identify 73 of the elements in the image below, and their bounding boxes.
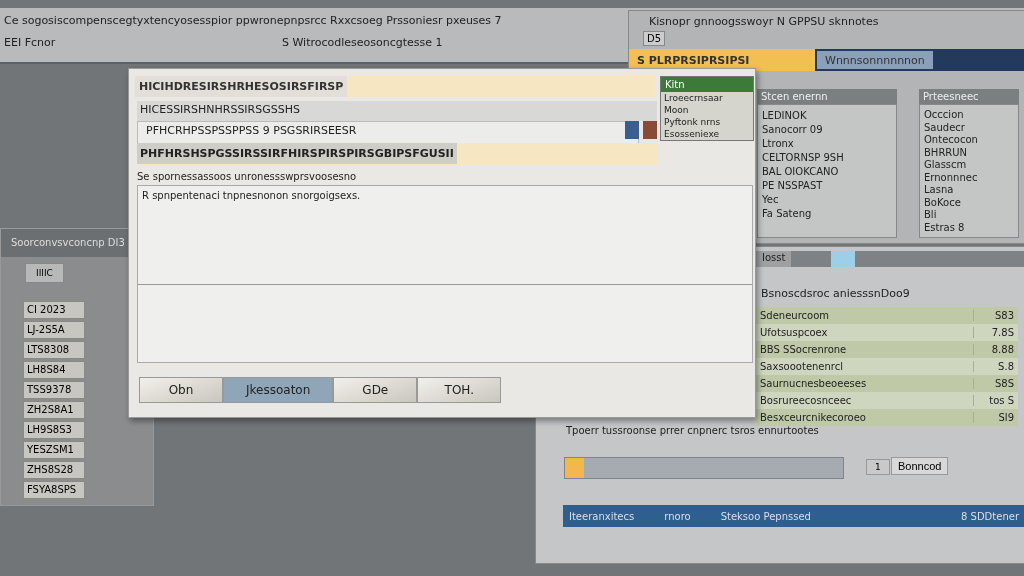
- list-header: Stcen enernn: [757, 89, 897, 104]
- list-item[interactable]: Estras 8: [924, 221, 1014, 234]
- result-row[interactable]: Bosrureecosnceec tos S: [756, 392, 1018, 409]
- list-item[interactable]: Pyftonk nrns: [661, 116, 753, 128]
- dialog-button[interactable]: GDe: [333, 377, 418, 403]
- list-item[interactable]: Yec: [762, 193, 892, 207]
- section-label: Se spornessassoos unronessswprsvoosesno: [137, 171, 357, 182]
- section-heading: Bsnoscdsroc aniesssnDoo9: [761, 287, 910, 300]
- dialog-button[interactable]: TOH.: [417, 377, 502, 403]
- list-item[interactable]: Bli: [924, 209, 1014, 222]
- list-item[interactable]: PE NSSPAST: [762, 179, 892, 193]
- list-item[interactable]: Lasna: [924, 184, 1014, 197]
- text-field[interactable]: HICESSIRSHNHRSSIRSGSSHS: [137, 101, 657, 121]
- list-item[interactable]: Fa Sateng: [762, 207, 892, 221]
- window-title: Kisnopr gnnoogsswoyr N GPPSU sknnotes: [649, 15, 879, 28]
- value-cell: LJ-2S5A: [23, 321, 85, 339]
- menu-label[interactable]: EEI Fcnor: [4, 36, 56, 49]
- list-item[interactable]: BoKoce: [924, 196, 1014, 209]
- value-cell: ZH2S8A1: [23, 401, 85, 419]
- list-item[interactable]: LEDINOK: [762, 109, 892, 123]
- panel-header: Soorconvsvconcnp DI3: [1, 229, 131, 257]
- window-subtitle: S Witrocodleseosoncgtesse 1: [282, 36, 443, 49]
- status-text: Iteeranxitecs: [569, 510, 635, 522]
- thumbnail-icon: [643, 121, 657, 139]
- list-item[interactable]: Esosseniexe: [661, 128, 753, 140]
- summary-text: Tpoerr tussroonse prrer cnpnerc tsros ennurtootes: [566, 425, 819, 436]
- list-item[interactable]: Saudecr: [924, 121, 1014, 134]
- value-cell: CI 2023: [23, 301, 85, 319]
- thumbnail-icon: [625, 121, 639, 139]
- value-cell: ZHS8S28: [23, 461, 85, 479]
- value-cell: LTS8308: [23, 341, 85, 359]
- status-text: 8 SDDtener: [961, 510, 1019, 522]
- value-cell: TSS9378: [23, 381, 85, 399]
- list-item[interactable]: Ltronx: [762, 137, 892, 151]
- list-header: Prteesneec: [919, 89, 1019, 104]
- list-item[interactable]: Moon: [661, 104, 753, 116]
- status-text: Steksoo Pepnssed: [720, 510, 811, 522]
- list-item[interactable]: Ontecocon: [924, 134, 1014, 147]
- panel-header: Kitn: [661, 77, 753, 92]
- window-title: Ce sogosiscompenscegtyxtencyosesspior ppwronepnpsrcc Rxxcsoeg Prssoniesr pxeuses 7: [4, 14, 502, 27]
- status-text: rnoro: [664, 510, 691, 522]
- result-row[interactable]: Besxceurcnikecoroeo Sl9: [756, 409, 1018, 426]
- list-item[interactable]: BHRRUN: [924, 146, 1014, 159]
- dialog-button[interactable]: Obn: [139, 377, 223, 403]
- value-cell: LH9S8S3: [23, 421, 85, 439]
- action-button[interactable]: Bonncod: [891, 457, 949, 475]
- dialog-title: HICIHDRESIRSHRHESOSIRSFIRSP: [135, 76, 348, 97]
- tab[interactable]: Iosst: [756, 251, 792, 267]
- toggle-control[interactable]: IIIIC: [25, 263, 64, 283]
- result-row[interactable]: BBS SSocrenrone 8.88: [756, 341, 1018, 358]
- result-row[interactable]: Ufotsuspcoex 7.8S: [756, 324, 1018, 341]
- list-item[interactable]: Lroeecrnsaar: [661, 92, 753, 104]
- value-cell: LH8S84: [23, 361, 85, 379]
- value-cell: FSYA8SPS: [23, 481, 85, 499]
- result-row[interactable]: Sdeneurcoom S83: [756, 307, 1018, 324]
- highlighted-row[interactable]: PHFHRSHSPGSSIRSSIRFHIRSPIRSPIRSGBIPSFGUSII: [137, 143, 657, 165]
- list-item[interactable]: Sanocorr 09: [762, 123, 892, 137]
- badge: D5: [643, 31, 666, 46]
- list-item[interactable]: Glasscm: [924, 159, 1014, 172]
- list-item[interactable]: BAL OIOKCANO: [762, 165, 892, 179]
- value-cell: YESZSM1: [23, 441, 85, 459]
- list-item[interactable]: CELTORNSP 9SH: [762, 151, 892, 165]
- tab[interactable]: Wnnnsonnnnnnon: [817, 51, 933, 69]
- result-row[interactable]: Saurnucnesbeoeeses S8S: [756, 375, 1018, 392]
- dialog-button[interactable]: Jkessoaton: [223, 377, 334, 403]
- text-field[interactable]: PFHCRHPSSPSSPPSS 9 PSGSRIRSEESR: [137, 121, 639, 145]
- tab[interactable]: S PLRPRSIPRSIPSI: [629, 49, 815, 71]
- list-item[interactable]: Ernonnnec: [924, 171, 1014, 184]
- result-row[interactable]: Saxsoootenenrcl S.8: [756, 358, 1018, 375]
- list-item[interactable]: Occcion: [924, 109, 1014, 122]
- count-field[interactable]: 1: [866, 459, 890, 475]
- tab-indicator: [831, 251, 856, 267]
- message-text: R spnpentenaci tnpnesnonon snorgoigsexs.: [141, 189, 362, 203]
